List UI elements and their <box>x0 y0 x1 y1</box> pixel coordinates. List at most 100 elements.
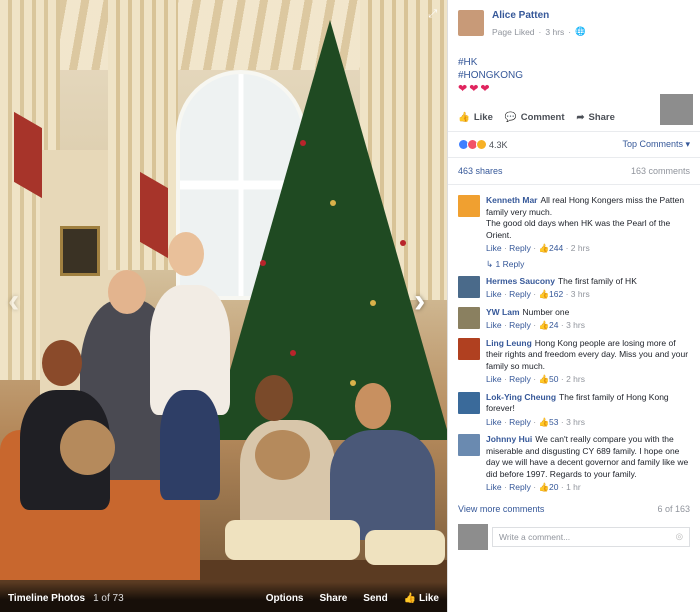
comment-like-button[interactable]: Like <box>486 289 502 299</box>
comment: YW Lam Number one Like · Reply · 👍24 · 3 … <box>458 306 690 332</box>
comment-like-count[interactable]: 👍244 <box>538 243 563 253</box>
share-button[interactable]: Share <box>320 593 348 604</box>
person-head <box>108 270 146 314</box>
replies-label: 1 Reply <box>495 258 525 269</box>
comment-actions: Like · Reply · 👍24 · 3 hrs <box>486 320 585 330</box>
person-jeans <box>160 390 220 500</box>
comment-time[interactable]: 1 hr <box>566 482 581 492</box>
comment-input[interactable]: Write a comment... ◎ <box>492 526 690 547</box>
hashtag-hongkong[interactable]: #HONGKONG <box>458 69 690 82</box>
comment-reply-button[interactable]: Reply <box>509 417 531 427</box>
commenter-name[interactable]: Ling Leung <box>486 338 532 348</box>
like-label: Like <box>418 593 439 604</box>
comment-actions: Like · Reply · 👍53 · 3 hrs <box>486 416 585 427</box>
comment-like-count[interactable]: 👍53 <box>538 417 558 427</box>
ornament <box>400 240 406 246</box>
comment-time[interactable]: 3 hrs <box>566 417 585 427</box>
comment-icon: 💬 <box>504 112 517 123</box>
comment-like-count[interactable]: 👍50 <box>538 374 558 384</box>
comment-actions: Like · Reply · 👍50 · 2 hrs <box>486 374 585 384</box>
comment-like-count[interactable]: 👍162 <box>538 289 563 299</box>
comment-like-count-value: 50 <box>549 374 559 384</box>
page-liked-status: Page Liked <box>492 26 535 37</box>
camera-icon[interactable]: ◎ <box>676 531 683 542</box>
heart-emojis: ❤❤❤ <box>458 83 492 95</box>
photo-actions: Options Share Send 👍 Like <box>266 593 439 604</box>
send-button[interactable]: Send <box>363 593 387 604</box>
comment-like-button[interactable]: Like <box>486 243 502 253</box>
commenter-avatar[interactable] <box>458 434 480 456</box>
comment-reply-button[interactable]: Reply <box>509 320 531 330</box>
fullscreen-icon[interactable]: ⤢ <box>428 8 437 21</box>
comment-like-button[interactable]: Like <box>486 417 502 427</box>
commenter-name[interactable]: Hermes Saucony <box>486 276 555 286</box>
comment-body: Lok-Ying Cheung The first family of Hong … <box>486 392 690 429</box>
dog <box>255 430 310 480</box>
comment-reply-button[interactable]: Reply <box>509 374 531 384</box>
comment-time[interactable]: 3 hrs <box>566 320 585 330</box>
album-link[interactable]: Timeline Photos <box>8 593 85 604</box>
comment-body: Kenneth Mar All real Hong Kongers miss th… <box>486 195 690 255</box>
comment-reply-button[interactable]: Reply <box>509 482 531 492</box>
cushion <box>225 520 360 560</box>
commenter-avatar[interactable] <box>458 275 480 298</box>
comment-text: The first family of HK <box>557 275 637 286</box>
comment-text: Number one <box>522 306 570 317</box>
comment-reply-button[interactable]: Reply <box>509 243 531 253</box>
next-arrow-icon[interactable]: › <box>414 282 425 321</box>
share-icon: ➦ <box>576 112 585 123</box>
post-time[interactable]: 3 hrs <box>545 27 564 37</box>
commenter-avatar[interactable] <box>458 391 480 414</box>
commenter-avatar[interactable] <box>458 337 480 360</box>
top-comments-dropdown[interactable]: Top Comments ▾ <box>622 139 690 150</box>
comment-reply-button[interactable]: Reply <box>509 289 531 299</box>
post-text: #HK #HONGKONG ❤❤❤ <box>448 46 700 96</box>
ornament <box>260 260 266 266</box>
reaction-count[interactable]: 4.3K <box>489 140 508 150</box>
comment-actions: Like · Reply · 👍244 · 2 hrs <box>486 243 590 253</box>
author-name[interactable]: Alice Patten <box>492 10 586 21</box>
thumbs-up-icon: 👍 <box>538 289 550 299</box>
previous-arrow-icon[interactable]: ‹ <box>8 282 19 321</box>
commenter-name[interactable]: Kenneth Mar <box>486 195 537 205</box>
commenter-name[interactable]: YW Lam <box>486 307 520 317</box>
photo-footer-bar: Timeline Photos 1 of 73 Options Share Se… <box>0 582 447 612</box>
commenter-avatar[interactable] <box>458 306 480 329</box>
thumbs-up-icon: 👍 <box>538 320 550 330</box>
christmas-tree <box>210 20 447 440</box>
comment-time[interactable]: 3 hrs <box>571 289 590 299</box>
person-head <box>255 375 293 421</box>
commenter-avatar[interactable] <box>458 195 480 217</box>
comment-placeholder: Write a comment... <box>499 531 571 542</box>
thumbs-up-icon: 👍 <box>538 416 550 427</box>
post-like-button[interactable]: 👍 Like <box>458 112 493 123</box>
ornament <box>300 140 306 146</box>
view-more-row: View more comments 6 of 163 <box>448 494 700 520</box>
person-head <box>168 232 204 276</box>
comment-like-count-value: 53 <box>549 416 559 427</box>
photo[interactable]: ‹ › ⤢ Timeline Photos 1 of 73 Options Sh… <box>0 0 447 612</box>
comment-time[interactable]: 2 hrs <box>571 243 590 253</box>
commenter-name[interactable]: Lok-Ying Cheung <box>486 392 556 402</box>
reaction-icons[interactable] <box>458 139 487 150</box>
ornament <box>330 200 336 206</box>
view-replies-link[interactable]: ↳ 1 Reply <box>486 259 690 270</box>
comment-like-button[interactable]: Like <box>486 320 502 330</box>
comment-like-count[interactable]: 👍20 <box>538 482 558 492</box>
commenter-name[interactable]: Johnny Hui <box>486 434 532 444</box>
post-comment-button[interactable]: 💬 Comment <box>505 112 565 123</box>
post-share-button[interactable]: ➦ Share <box>577 112 615 123</box>
like-button[interactable]: 👍 Like <box>404 593 439 604</box>
comment-actions: Like · Reply · 👍162 · 3 hrs <box>486 289 590 299</box>
comment-like-button[interactable]: Like <box>486 482 502 492</box>
comment: Hermes Saucony The first family of HK Lik… <box>458 275 690 301</box>
author-avatar[interactable] <box>458 10 484 36</box>
hashtag-hk[interactable]: #HK <box>458 56 690 69</box>
comment-like-button[interactable]: Like <box>486 374 502 384</box>
comment-like-count-value: 20 <box>549 482 559 492</box>
comment-time[interactable]: 2 hrs <box>566 374 585 384</box>
options-button[interactable]: Options <box>266 593 304 604</box>
comment-like-count[interactable]: 👍24 <box>538 320 558 330</box>
view-more-comments-link[interactable]: View more comments <box>458 504 544 514</box>
shares-count[interactable]: 463 shares <box>458 166 503 176</box>
